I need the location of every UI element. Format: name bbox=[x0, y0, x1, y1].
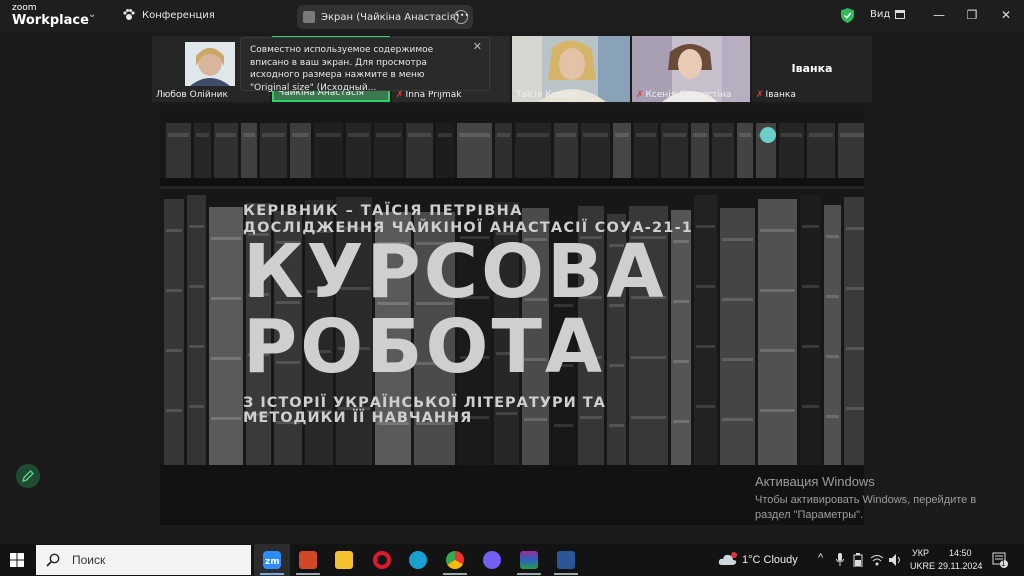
pointer-dot bbox=[760, 127, 776, 143]
presentation-app-icon bbox=[299, 551, 317, 569]
title-bar: zoom Workplace ⌄ Конференция Экран (Чайк… bbox=[0, 0, 1024, 32]
meeting-menu[interactable]: Конференция bbox=[122, 8, 215, 22]
taskbar-word[interactable] bbox=[548, 544, 584, 576]
clock-date[interactable]: 29.11.2024 bbox=[938, 561, 982, 571]
running-indicator bbox=[296, 573, 320, 575]
running-indicator bbox=[443, 573, 467, 575]
screen-label: Экран (Чайкіна Анастасія) bbox=[321, 11, 460, 23]
cloud-icon[interactable] bbox=[718, 552, 738, 566]
screen-share-pill[interactable]: Экран (Чайкіна Анастасія) ••• bbox=[297, 5, 473, 29]
activation-watermark-body: Чтобы активировать Windows, перейдите в … bbox=[755, 494, 977, 521]
participant-name: Inna Prijmak bbox=[405, 90, 462, 100]
zoom-logo[interactable]: zoom Workplace bbox=[12, 3, 89, 28]
battery-icon[interactable] bbox=[852, 553, 864, 567]
wifi-icon[interactable] bbox=[870, 553, 884, 567]
taskbar-opera[interactable] bbox=[364, 544, 400, 576]
chevron-up-icon[interactable]: ^ bbox=[818, 552, 823, 564]
running-indicator bbox=[517, 573, 541, 575]
taskbar-viber[interactable] bbox=[474, 544, 510, 576]
slide-subtitle-line2: методики її навчання bbox=[243, 410, 473, 426]
search-icon bbox=[46, 553, 60, 567]
participant-name: Любов Олійник bbox=[156, 90, 228, 100]
restore-icon[interactable]: ❐ bbox=[963, 6, 981, 24]
opera-icon bbox=[373, 551, 391, 569]
taskbar-zoom[interactable]: zm bbox=[254, 544, 290, 576]
language-top[interactable]: УКР bbox=[912, 548, 929, 558]
archive-icon bbox=[520, 551, 538, 569]
participant-tile[interactable]: ✗ Ксенія Старостіна bbox=[632, 36, 750, 102]
close-icon[interactable]: ✕ bbox=[997, 6, 1015, 24]
language-bottom[interactable]: UKRE bbox=[910, 561, 935, 571]
taskbar-winrar[interactable] bbox=[511, 544, 547, 576]
folder-icon bbox=[335, 551, 353, 569]
word-icon bbox=[557, 551, 575, 569]
participant-name-row: ✗ Іванка bbox=[756, 90, 796, 100]
view-menu[interactable]: Вид bbox=[870, 9, 906, 20]
activation-watermark-title: Активация Windows bbox=[755, 474, 875, 489]
notification-count: 1 bbox=[1001, 559, 1006, 568]
minimize-icon[interactable]: — bbox=[930, 6, 948, 24]
mic-off-icon: ✗ bbox=[756, 90, 764, 100]
slide-subtitle-line1: з історії української літератури та bbox=[243, 395, 606, 411]
participant-tile[interactable]: Таїсія Коваль bbox=[512, 36, 630, 102]
participant-name-row: ✗ Inna Prijmak bbox=[396, 90, 461, 100]
participant-name: Таїсія Коваль bbox=[516, 90, 580, 100]
shared-screen: Керівник – Таїсія Петрівна дослідження Ч… bbox=[160, 105, 864, 525]
participant-name-row: ✗ Ксенія Старостіна bbox=[636, 90, 731, 100]
windows-taskbar: Поиск zm 1°C Cloudy ^ УКР UKRE 14:50 29.… bbox=[0, 544, 1024, 576]
slide-title-line1: Курсова bbox=[243, 229, 667, 315]
participant-tile[interactable]: Іванка ✗ Іванка bbox=[752, 36, 872, 102]
running-indicator bbox=[554, 573, 578, 575]
mic-off-icon: ✗ bbox=[396, 90, 404, 100]
microphone-icon[interactable] bbox=[836, 553, 844, 567]
close-icon[interactable]: ✕ bbox=[473, 40, 482, 54]
volume-icon[interactable] bbox=[888, 553, 902, 567]
logo-line1: zoom bbox=[12, 3, 37, 13]
annotate-pencil-icon[interactable] bbox=[16, 464, 40, 488]
taskbar-edge[interactable] bbox=[400, 544, 436, 576]
slide-title-line2: робота bbox=[243, 304, 606, 390]
viber-icon bbox=[483, 551, 501, 569]
zoom-window: zoom Workplace ⌄ Конференция Экран (Чайк… bbox=[0, 0, 1024, 576]
more-icon[interactable]: ••• bbox=[454, 10, 469, 24]
shield-check-icon[interactable] bbox=[841, 8, 854, 23]
taskbar-search[interactable]: Поиск bbox=[36, 545, 251, 575]
meeting-label: Конференция bbox=[142, 9, 215, 21]
tooltip-text: Совместно используемое содержимое вписан… bbox=[250, 45, 434, 93]
paw-icon bbox=[123, 9, 135, 20]
taskbar-explorer[interactable] bbox=[326, 544, 362, 576]
windows-start-icon[interactable] bbox=[10, 553, 24, 567]
chrome-icon bbox=[446, 551, 464, 569]
view-label: Вид bbox=[870, 9, 891, 20]
mic-off-icon: ✗ bbox=[636, 90, 644, 100]
zoom-app-icon: zm bbox=[263, 551, 281, 569]
taskbar-chrome[interactable] bbox=[437, 544, 473, 576]
view-grid-icon bbox=[895, 10, 906, 19]
clock-time[interactable]: 14:50 bbox=[949, 548, 972, 558]
avatar-icon bbox=[303, 11, 315, 23]
taskbar-app[interactable] bbox=[290, 544, 326, 576]
search-placeholder: Поиск bbox=[72, 553, 106, 567]
slide-supervisor: Керівник – Таїсія Петрівна bbox=[243, 203, 523, 219]
participant-avatar-name: Іванка bbox=[791, 62, 833, 75]
share-fit-tooltip: Совместно используемое содержимое вписан… bbox=[240, 37, 490, 93]
active-indicator bbox=[260, 573, 284, 575]
svg-text:zm: zm bbox=[265, 557, 280, 567]
participant-name: Ксенія Старостіна bbox=[645, 90, 732, 100]
notifications-icon[interactable] bbox=[992, 552, 1008, 568]
edge-icon bbox=[409, 551, 427, 569]
chevron-down-icon[interactable]: ⌄ bbox=[88, 9, 96, 20]
weather-text[interactable]: 1°C Cloudy bbox=[742, 554, 798, 566]
logo-line2: Workplace bbox=[12, 13, 89, 28]
participant-name: Іванка bbox=[765, 90, 796, 100]
